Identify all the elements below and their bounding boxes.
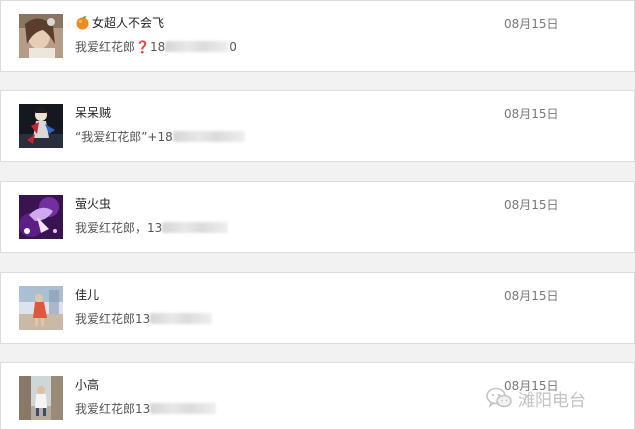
avatar[interactable] <box>19 286 63 330</box>
blurred-phone <box>172 131 245 142</box>
message-preview: “我爱红花郎”+18 <box>75 129 245 145</box>
blurred-phone <box>162 222 229 233</box>
wechat-icon <box>486 387 512 408</box>
avatar[interactable] <box>19 14 63 58</box>
avatar[interactable] <box>19 376 63 420</box>
question-mark-icon: ❓ <box>135 40 150 54</box>
message-item[interactable]: 佳儿 我爱红花郎13 08月15日 <box>0 272 635 344</box>
message-item[interactable]: 萤火虫 我爱红花郎，13 08月15日 <box>0 181 635 253</box>
orange-emoji-icon <box>75 15 90 30</box>
message-date: 08月15日 <box>504 17 559 31</box>
message-preview: 我爱红花郎13 <box>75 311 213 327</box>
message-preview: 我爱红花郎❓18 0 <box>75 40 237 54</box>
message-item[interactable]: 呆呆贼 “我爱红花郎”+18 08月15日 <box>0 90 635 162</box>
message-list: 女超人不会飞 我爱红花郎❓18 0 08月15日 呆呆贼 “我爱红花郎”+18 0… <box>0 0 635 429</box>
message-date: 08月15日 <box>504 198 559 212</box>
blurred-phone <box>165 41 230 52</box>
message-preview: 我爱红花郎，13 <box>75 220 229 236</box>
message-date: 08月15日 <box>504 107 559 121</box>
contact-name: 女超人不会飞 <box>75 15 164 31</box>
contact-name: 佳儿 <box>75 288 100 302</box>
blurred-phone <box>150 313 213 324</box>
blurred-phone <box>150 403 217 414</box>
message-preview: 我爱红花郎13 <box>75 401 217 417</box>
avatar[interactable] <box>19 104 63 148</box>
message-item[interactable]: 女超人不会飞 我爱红花郎❓18 0 08月15日 <box>0 0 635 72</box>
watermark: 滩阳电台 <box>486 384 586 412</box>
contact-name: 萤火虫 <box>75 197 112 211</box>
watermark-text: 滩阳电台 <box>518 390 586 411</box>
contact-name: 呆呆贼 <box>75 106 112 120</box>
message-date: 08月15日 <box>504 289 559 303</box>
avatar[interactable] <box>19 195 63 239</box>
contact-name: 小高 <box>75 378 100 392</box>
